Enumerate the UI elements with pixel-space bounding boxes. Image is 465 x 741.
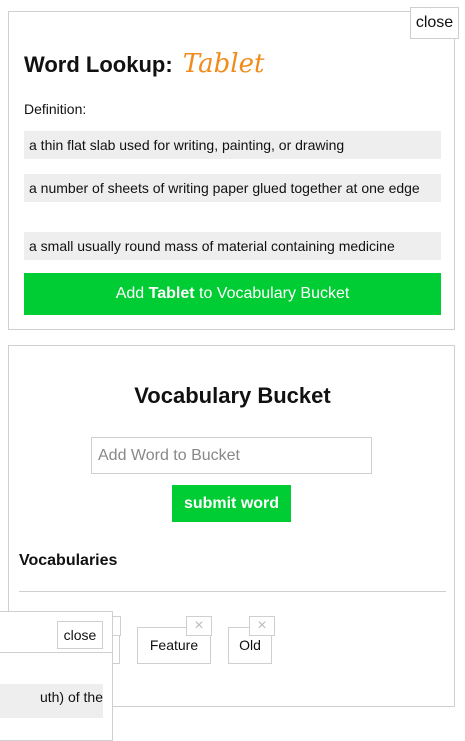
definition-item: uth) of the — [0, 684, 103, 718]
definition-label: Definition: — [24, 101, 87, 117]
add-suffix: to Vocabulary Bucket — [199, 285, 350, 302]
lookup-close-button[interactable]: close — [410, 7, 459, 39]
divider — [19, 591, 446, 592]
popup-close-button[interactable]: close — [57, 621, 103, 649]
lookup-word: Tablet — [182, 49, 265, 79]
word-lookup-popup: close uth) of the — [0, 611, 113, 741]
vocab-chip-label: Feature — [149, 637, 199, 653]
definition-item: a small usually round mass of material c… — [24, 232, 441, 260]
lookup-title: Word Lookup: Tablet — [24, 49, 264, 79]
vocabularies-heading: Vocabularies — [19, 552, 118, 569]
divider — [0, 652, 112, 653]
submit-word-button[interactable]: submit word — [172, 485, 291, 522]
close-icon[interactable]: × — [249, 616, 275, 636]
add-prefix: Add — [115, 285, 145, 302]
definition-item: a thin flat slab used for writing, paint… — [24, 131, 441, 159]
close-icon[interactable]: × — [186, 616, 212, 636]
add-word: Tablet — [148, 285, 195, 302]
add-to-bucket-button[interactable]: Add Tablet to Vocabulary Bucket — [24, 273, 441, 315]
word-lookup-panel: close Word Lookup: Tablet Definition: a … — [8, 7, 459, 330]
vocab-chip-label: Old — [239, 637, 261, 653]
bucket-title: Vocabulary Bucket — [134, 383, 331, 408]
lookup-title-prefix: Word Lookup: — [24, 52, 173, 77]
add-word-input[interactable] — [91, 437, 372, 474]
definition-item: a number of sheets of writing paper glue… — [24, 174, 441, 202]
